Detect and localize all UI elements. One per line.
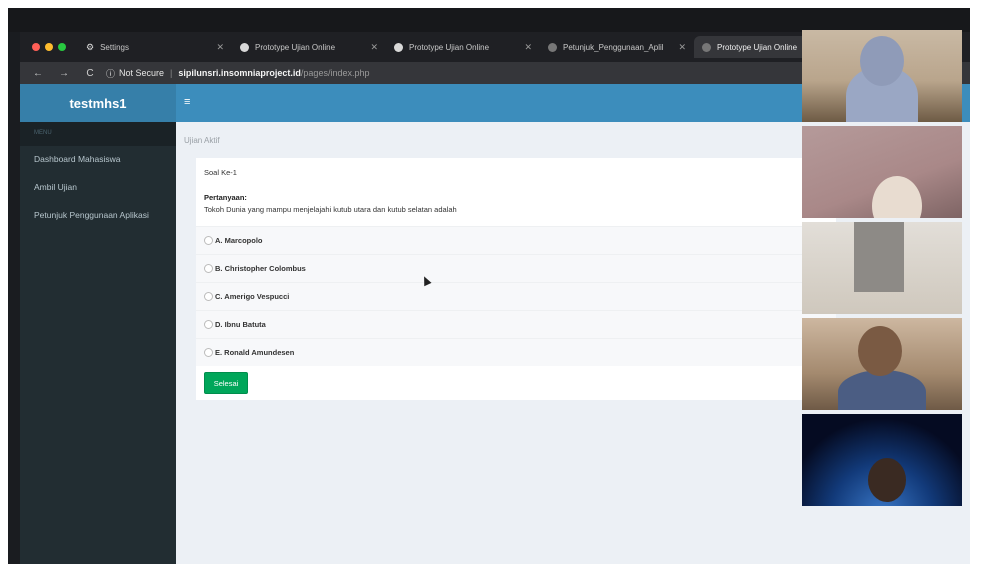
participant-video[interactable] <box>802 414 962 506</box>
screen-capture: ⚙ Settings ✕ Prototype Ujian Online ✕ Pr… <box>0 0 989 564</box>
participant-head <box>858 326 902 376</box>
selesai-button[interactable]: Selesai <box>204 372 248 394</box>
participant-head <box>868 458 906 502</box>
chrome-icon <box>394 42 403 52</box>
page-title: Ujian Aktif <box>184 136 220 145</box>
window-controls <box>32 43 66 51</box>
tab-prototype-active[interactable]: Prototype Ujian Online <box>694 36 814 58</box>
video-call-panel <box>802 30 970 510</box>
question-text: Tokoh Dunia yang mampu menjelajahi kutub… <box>204 205 457 214</box>
question-number: Soal Ke-1 <box>204 168 237 177</box>
info-icon: ⓘ <box>106 68 116 79</box>
gear-icon: ⚙ <box>86 41 95 52</box>
sidebar: testmhs1 MENU Dashboard Mahasiswa Ambil … <box>20 84 176 564</box>
option-e[interactable]: E. Ronald Amundesen <box>196 338 836 366</box>
tab-petunjuk[interactable]: Petunjuk_Penggunaan_Aplikasi ✕ <box>540 36 694 58</box>
address-separator: | <box>170 68 173 78</box>
close-tab-icon[interactable]: ✕ <box>370 42 378 53</box>
top-bar <box>8 8 970 32</box>
loading-icon <box>548 42 557 52</box>
tab-prototype-1[interactable]: Prototype Ujian Online ✕ <box>232 36 386 58</box>
option-d[interactable]: D. Ibnu Batuta <box>196 310 836 338</box>
radio-button[interactable] <box>204 348 213 357</box>
radio-button[interactable] <box>204 236 213 245</box>
chrome-icon <box>240 42 249 52</box>
menu-header: MENU <box>20 122 176 146</box>
desktop-screen: ⚙ Settings ✕ Prototype Ujian Online ✕ Pr… <box>8 8 970 564</box>
sidebar-item-petunjuk[interactable]: Petunjuk Penggunaan Aplikasi <box>20 202 176 230</box>
sidebar-item-ambil-ujian[interactable]: Ambil Ujian <box>20 174 176 202</box>
reload-icon[interactable]: C <box>82 68 98 79</box>
radio-button[interactable] <box>204 320 213 329</box>
brand-logo[interactable]: testmhs1 <box>20 84 176 122</box>
back-arrow-icon[interactable]: ← <box>30 68 46 79</box>
hamburger-icon[interactable]: ≡ <box>184 96 190 108</box>
option-c[interactable]: C. Amerigo Vespucci <box>196 282 836 310</box>
participant-body <box>838 370 926 410</box>
sidebar-item-dashboard[interactable]: Dashboard Mahasiswa <box>20 146 176 174</box>
tab-settings[interactable]: ⚙ Settings ✕ <box>78 36 232 58</box>
option-b[interactable]: B. Christopher Colombus <box>196 254 836 282</box>
participant-head <box>872 176 922 218</box>
question-label: Pertanyaan: <box>204 193 247 202</box>
close-tab-icon[interactable]: ✕ <box>524 42 532 53</box>
option-a[interactable]: A. Marcopolo <box>196 226 836 254</box>
close-window-button[interactable] <box>32 43 40 51</box>
participant-video[interactable] <box>802 126 962 218</box>
loading-icon <box>702 42 711 52</box>
security-indicator[interactable]: ⓘ Not Secure <box>106 67 164 80</box>
close-tab-icon[interactable]: ✕ <box>678 42 686 53</box>
participant-video[interactable] <box>802 222 962 314</box>
participant-video[interactable] <box>802 318 962 410</box>
participant-video[interactable] <box>802 30 962 122</box>
tab-prototype-2[interactable]: Prototype Ujian Online ✕ <box>386 36 540 58</box>
forward-arrow-icon[interactable]: → <box>56 68 72 79</box>
participant-head <box>860 36 904 86</box>
question-card: Soal Ke-1 Pertanyaan: Tokoh Dunia yang m… <box>196 158 836 400</box>
close-tab-icon[interactable]: ✕ <box>216 42 224 53</box>
wall-decoration <box>854 222 904 292</box>
url-field[interactable]: sipilunsri.insomniaproject.id/pages/inde… <box>178 68 369 78</box>
radio-button[interactable] <box>204 264 213 273</box>
radio-button[interactable] <box>204 292 213 301</box>
minimize-window-button[interactable] <box>45 43 53 51</box>
maximize-window-button[interactable] <box>58 43 66 51</box>
